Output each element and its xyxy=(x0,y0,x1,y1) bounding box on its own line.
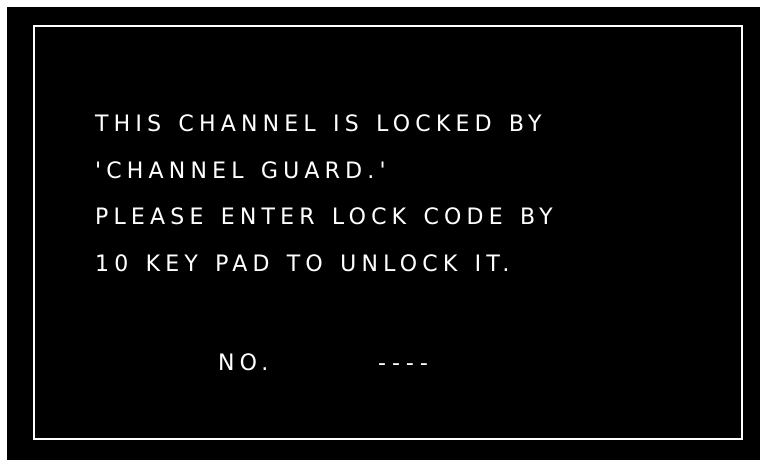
lock-message-line-4: 10 KEY PAD TO UNLOCK IT. xyxy=(95,252,515,277)
osd-frame xyxy=(33,25,743,440)
lock-code-label: NO. xyxy=(218,351,274,376)
lock-message-line-3: PLEASE ENTER LOCK CODE BY xyxy=(95,205,558,230)
lock-message-line-1: THIS CHANNEL IS LOCKED BY xyxy=(95,112,547,137)
lock-message-line-2: 'CHANNEL GUARD.' xyxy=(95,159,391,184)
lock-code-input[interactable]: ---- xyxy=(378,353,434,375)
